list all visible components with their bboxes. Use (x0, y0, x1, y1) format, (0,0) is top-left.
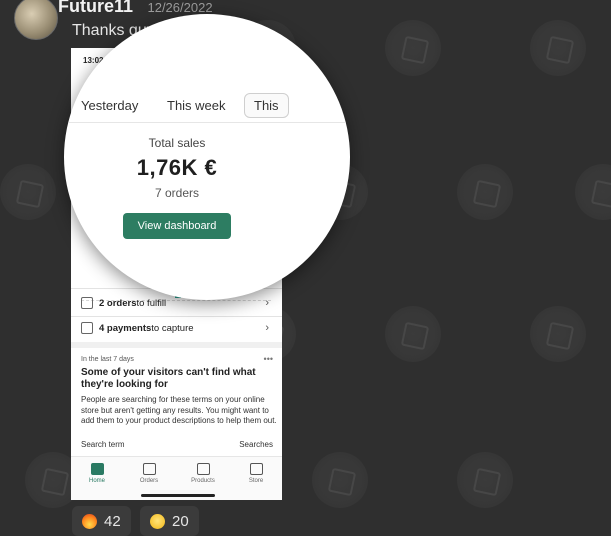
zoom-magnifier: Yesterday This week This Total sales 1,7… (64, 14, 350, 300)
watermark-logo (457, 164, 513, 220)
column-search-term: Search term (81, 440, 125, 449)
more-options-icon[interactable]: ••• (264, 354, 273, 364)
view-dashboard-button[interactable]: View dashboard (123, 213, 231, 239)
watermark-logo (385, 306, 441, 362)
tab-this-week[interactable]: This week (167, 98, 226, 113)
tag-icon (196, 463, 210, 475)
tab-orders[interactable]: Orders (129, 463, 169, 484)
tab-yesterday[interactable]: Yesterday (81, 98, 138, 113)
tab-label: Products (191, 478, 215, 484)
home-indicator (141, 494, 215, 497)
reaction-fire[interactable]: 42 (72, 506, 131, 536)
message-timestamp: 12/26/2022 (147, 0, 213, 15)
watermark-logo (0, 164, 56, 220)
watermark-logo (312, 452, 368, 508)
watermark-logo (385, 20, 441, 76)
task-count: 2 orders (99, 297, 137, 309)
reaction-count: 20 (172, 512, 189, 530)
tab-label: Store (248, 478, 264, 484)
insight-period: In the last 7 days (81, 356, 134, 363)
reaction-count: 42 (104, 512, 121, 530)
watermark-logo (575, 164, 611, 220)
column-searches: Searches (239, 440, 273, 449)
insight-card: In the last 7 days ••• Some of your visi… (81, 354, 277, 427)
orders-count: 7 orders (154, 186, 200, 200)
task-payments-to-capture[interactable]: 4 payments to capture › (81, 317, 273, 339)
message-header (14, 0, 58, 40)
grinning-face-icon (150, 513, 165, 529)
task-text: to fulfill (136, 297, 167, 309)
divider (71, 342, 282, 348)
payment-icon (81, 322, 93, 334)
tab-label: Orders (139, 478, 159, 484)
orders-icon (142, 463, 156, 475)
insight-headline: Some of your visitors can't find what th… (81, 367, 256, 390)
fire-icon (82, 513, 97, 529)
store-icon (249, 463, 263, 475)
task-text: to capture (151, 322, 194, 334)
avatar[interactable] (14, 0, 58, 40)
chevron-right-icon: › (265, 322, 269, 334)
total-sales-label: Total sales (148, 136, 206, 150)
task-count: 4 payments (99, 322, 152, 334)
insight-table-header: Search term Searches (81, 440, 273, 449)
tab-home[interactable]: Home (77, 463, 117, 484)
watermark-logo (530, 20, 586, 76)
chevron-right-icon: › (265, 297, 269, 309)
insight-body: People are searching for these terms on … (81, 395, 277, 425)
tab-store[interactable]: Store (236, 463, 276, 484)
watermark-logo (530, 306, 586, 362)
username[interactable]: Future11 (58, 0, 133, 16)
tabs-divider (64, 122, 350, 123)
inbox-icon (81, 297, 93, 309)
tab-label: Home (88, 478, 105, 484)
home-icon (90, 463, 104, 475)
reaction-grinning[interactable]: 20 (140, 506, 199, 536)
tab-products[interactable]: Products (183, 463, 223, 484)
total-sales-value: 1,76K € (136, 155, 218, 180)
period-tabs: Yesterday This week This (64, 93, 350, 124)
watermark-logo (457, 452, 513, 508)
tab-this-month[interactable]: This (244, 93, 289, 118)
